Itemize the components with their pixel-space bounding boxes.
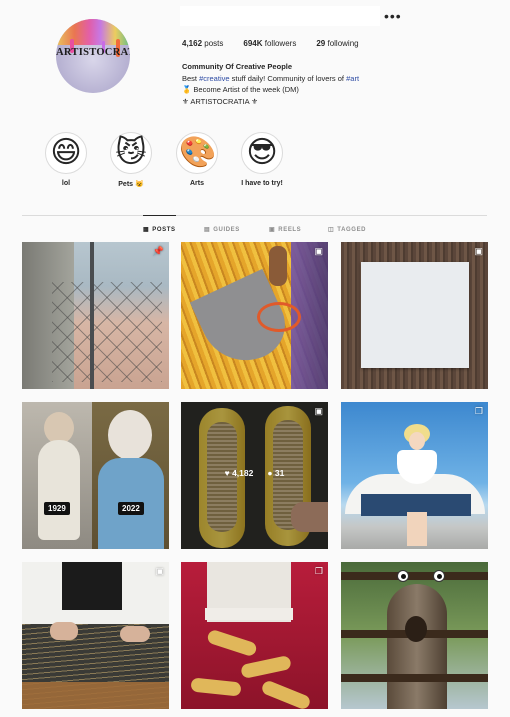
reel-icon: ▣ <box>155 566 164 576</box>
hashtag-link[interactable]: #creative <box>199 74 229 83</box>
grinning-face-icon: 😄 <box>50 135 82 170</box>
tab-guides[interactable]: ▤ GUIDES <box>204 226 240 233</box>
profile-display-name: Community Of Creative People <box>182 62 293 71</box>
followers-count[interactable]: 694K followers <box>243 39 296 48</box>
reel-icon: ▣ <box>314 406 323 416</box>
post-tile-queen-1929-2022[interactable]: 1929 2022 <box>22 402 169 549</box>
heart-icon: ♥ <box>224 468 230 478</box>
post-tile-marilyn-building[interactable]: ❐ <box>341 402 488 549</box>
post-tile-cable-car[interactable]: 📌 <box>22 242 169 389</box>
tagged-icon: ◫ <box>328 227 335 233</box>
palette-icon: 🎨 <box>179 135 217 170</box>
carousel-icon: ❐ <box>314 566 323 576</box>
year-label: 2022 <box>118 502 144 515</box>
profile-avatar[interactable]: ARTISTOCRATIA <box>56 19 130 93</box>
post-tile-tree-face[interactable] <box>341 562 488 709</box>
highlight-label: I have to try! <box>241 180 283 187</box>
username-redacted <box>180 6 380 26</box>
guides-icon: ▤ <box>204 227 211 233</box>
avatar-logo-text: ARTISTOCRATIA <box>56 47 130 58</box>
likes-count: ♥ 4,182 <box>224 468 254 478</box>
highlight-label: Arts <box>189 180 204 187</box>
more-options-icon[interactable]: ••• <box>384 8 402 24</box>
tab-reels[interactable]: ▣ REELS <box>269 226 301 233</box>
post-tile-blank-canvas[interactable]: ▣ <box>341 242 488 389</box>
following-count[interactable]: 29 following <box>316 39 358 48</box>
highlight-pets[interactable]: 😼 Pets 😺 <box>101 132 161 188</box>
hashtag-link[interactable]: #art <box>346 74 359 83</box>
posts-count: 4,162 posts <box>182 39 224 48</box>
profile-bio: Community Of Creative People Best #creat… <box>182 61 359 107</box>
highlight-arts[interactable]: 🎨 Arts <box>167 132 227 187</box>
profile-stats: 4,162 posts 694K followers 29 following <box>182 39 379 48</box>
cool-cat-icon: 😼 <box>115 135 147 170</box>
year-label: 1929 <box>44 502 70 515</box>
highlight-i-have-to-try[interactable]: 😎 I have to try! <box>232 132 292 187</box>
googly-eye <box>433 570 445 582</box>
highlight-label: Pets 😺 <box>118 181 144 188</box>
reels-icon: ▣ <box>269 227 276 233</box>
post-tile-banana-peels[interactable]: ❐ <box>181 562 328 709</box>
post-tile-banana-swoosh[interactable]: ▣ <box>181 242 328 389</box>
comment-icon: ● <box>267 468 273 478</box>
tab-posts[interactable]: ▦ POSTS <box>143 226 176 233</box>
bio-line: Best #creative stuff daily! Community of… <box>182 73 360 83</box>
grid-icon: ▦ <box>143 227 150 233</box>
tabs-divider <box>22 215 487 216</box>
hover-stats: ♥ 4,182 ● 31 <box>181 468 328 478</box>
carousel-icon: ❐ <box>474 406 483 416</box>
reel-icon: ▣ <box>474 246 483 256</box>
reel-icon: ▣ <box>314 246 323 256</box>
tab-tagged[interactable]: ◫ TAGGED <box>328 226 366 233</box>
comments-count: ● 31 <box>267 468 285 478</box>
post-tile-banana-peel-hover[interactable]: ♥ 4,182 ● 31 ▣ <box>181 402 328 549</box>
post-tile-dulcimer[interactable]: ▣ <box>22 562 169 709</box>
sunglasses-face-icon: 😎 <box>246 135 278 170</box>
highlight-label: lol <box>61 180 71 187</box>
pinned-icon: 📌 <box>152 246 164 256</box>
bio-line: 🥇 Become Artist of the week (DM) <box>182 85 299 94</box>
active-tab-indicator <box>143 215 176 216</box>
googly-eye <box>397 570 409 582</box>
highlight-lol[interactable]: 😄 lol <box>36 132 96 187</box>
bio-line: ⚜ ARTISTOCRATIA ⚜ <box>182 96 258 106</box>
